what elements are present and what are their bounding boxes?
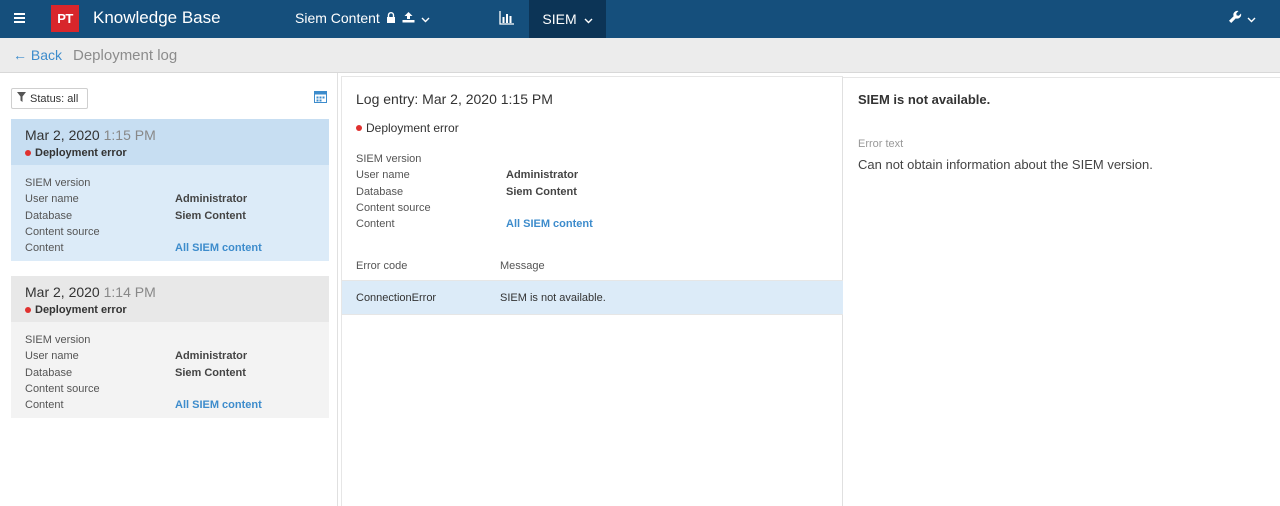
log-entry-details: SIEM version User name Administrator Data…: [11, 165, 329, 261]
field-label: User name: [25, 350, 79, 363]
wrench-icon: [1228, 10, 1242, 27]
log-entry-title: Log entry: Mar 2, 2020 1:15 PM: [356, 91, 553, 107]
chevron-down-icon: [584, 11, 593, 27]
table-row[interactable]: ConnectionError SIEM is not available.: [342, 280, 843, 315]
field-row: Content source: [356, 200, 826, 216]
error-message-cell: SIEM is not available.: [500, 292, 606, 304]
field-row: Database Siem Content: [356, 184, 826, 200]
field-value: Administrator: [506, 169, 579, 182]
page-title: Deployment log: [73, 47, 178, 64]
field-value: Siem Content: [175, 209, 246, 222]
field-value: Administrator: [175, 193, 248, 206]
log-entry-status: Deployment error: [35, 147, 127, 159]
log-entry-date: Mar 2, 2020: [25, 127, 100, 143]
field-label: Content source: [356, 201, 431, 214]
error-status-dot-icon: [25, 150, 31, 156]
field-row: SIEM version: [356, 151, 826, 167]
tab-siem-label: SIEM: [542, 11, 577, 27]
error-status-dot-icon: [25, 307, 31, 313]
calendar-icon[interactable]: [314, 90, 328, 104]
error-text: Can not obtain information about the SIE…: [858, 157, 1153, 172]
log-detail-panel: Log entry: Mar 2, 2020 1:15 PM Deploymen…: [341, 77, 843, 506]
field-label: User name: [356, 169, 410, 182]
log-entry-time: 1:14 PM: [103, 284, 156, 300]
sub-header: ← Back Deployment log: [0, 38, 1280, 73]
hamburger-menu-icon[interactable]: [12, 11, 30, 27]
field-row: User name Administrator: [25, 348, 315, 364]
field-label: Database: [356, 185, 404, 198]
error-code-cell: ConnectionError: [356, 292, 437, 304]
status-filter-button[interactable]: Status: all: [11, 88, 88, 109]
field-label: Content: [25, 399, 64, 412]
field-row: Content source: [25, 224, 315, 240]
content-link[interactable]: All SIEM content: [175, 240, 262, 256]
field-label: Content: [356, 218, 395, 231]
field-label: SIEM version: [25, 177, 91, 189]
column-header-message: Message: [500, 260, 545, 272]
log-entry-date: Mar 2, 2020: [25, 284, 100, 300]
log-entry-header: Mar 2, 2020 1:14 PM Deployment error: [11, 276, 329, 322]
field-label: User name: [25, 193, 79, 206]
log-entry-card[interactable]: Mar 2, 2020 1:15 PM Deployment error SIE…: [11, 119, 329, 261]
log-entry-time: 1:15 PM: [103, 127, 156, 143]
status-filter-label: Status: all: [30, 92, 79, 105]
error-title: SIEM is not available.: [858, 92, 991, 107]
log-list-panel: Status: all Mar 2, 2020 1:15 PM Deployme…: [0, 73, 338, 506]
content-link[interactable]: All SIEM content: [506, 216, 593, 232]
field-row: Content All SIEM content: [25, 397, 315, 413]
field-row: Database Siem Content: [25, 208, 315, 224]
field-value: Administrator: [175, 350, 248, 363]
database-name: Siem Content: [295, 10, 380, 26]
lock-icon: [386, 10, 396, 26]
field-row: Database Siem Content: [25, 365, 315, 381]
upload-icon: [402, 10, 415, 26]
field-row: Content All SIEM content: [356, 216, 826, 232]
field-label: SIEM version: [25, 334, 91, 346]
log-entry-status: Deployment error: [366, 121, 459, 135]
log-entry-card[interactable]: Mar 2, 2020 1:14 PM Deployment error SIE…: [11, 276, 329, 418]
field-value: Siem Content: [506, 185, 577, 198]
error-detail-panel: SIEM is not available. Error text Can no…: [843, 77, 1280, 506]
app-title: Knowledge Base: [93, 8, 221, 27]
log-entry-header: Mar 2, 2020 1:15 PM Deployment error: [11, 119, 329, 165]
field-label: Database: [25, 209, 73, 222]
field-row: SIEM version: [25, 332, 315, 348]
field-value: Siem Content: [175, 366, 246, 379]
field-label: Database: [25, 366, 73, 379]
logo: PT: [51, 5, 79, 32]
field-label: SIEM version: [356, 153, 422, 165]
log-entry-fields: SIEM version User name Administrator Data…: [356, 151, 826, 232]
content-link[interactable]: All SIEM content: [175, 397, 262, 413]
field-label: Content source: [25, 382, 100, 395]
top-bar: PT Knowledge Base Siem Content SIEM: [0, 0, 1280, 38]
status-badge: Deployment error: [25, 304, 315, 316]
field-row: Content All SIEM content: [25, 240, 315, 256]
error-text-label: Error text: [858, 138, 904, 150]
field-row: User name Administrator: [25, 191, 315, 207]
log-entry-details: SIEM version User name Administrator Data…: [11, 322, 329, 418]
settings-menu-button[interactable]: [1228, 10, 1256, 27]
database-switcher[interactable]: Siem Content: [295, 10, 430, 26]
error-status-dot-icon: [356, 125, 362, 131]
back-link[interactable]: ← Back: [13, 47, 62, 63]
chevron-down-icon: [421, 10, 430, 26]
bar-chart-icon[interactable]: [499, 11, 515, 25]
status-badge: Deployment error: [356, 121, 459, 135]
log-entry-status: Deployment error: [35, 304, 127, 316]
field-row: SIEM version: [25, 175, 315, 191]
column-header-error-code: Error code: [356, 260, 408, 272]
field-label: Content source: [25, 225, 100, 238]
chevron-down-icon: [1247, 12, 1256, 26]
filter-icon: [17, 92, 26, 105]
field-row: User name Administrator: [356, 167, 826, 183]
status-badge: Deployment error: [25, 147, 315, 159]
field-label: Content: [25, 242, 64, 255]
tab-siem[interactable]: SIEM: [529, 0, 606, 38]
field-row: Content source: [25, 381, 315, 397]
error-table-header: Error code Message: [356, 260, 836, 274]
